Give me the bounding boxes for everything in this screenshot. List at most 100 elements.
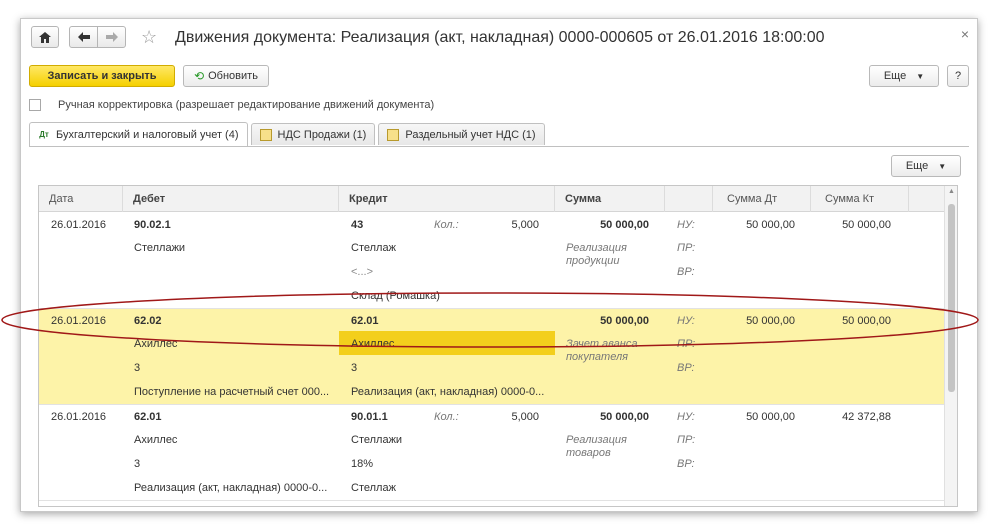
entry-content: Зачет аванса покупателя bbox=[566, 338, 638, 363]
scrollbar-thumb[interactable] bbox=[948, 204, 955, 392]
vr-label: ВР: bbox=[677, 362, 695, 374]
table-row[interactable]: 26.01.2016 90.02.1 Стеллажи 43 Кол.: 5,0… bbox=[39, 213, 945, 309]
manual-edit-row: Ручная корректировка (разрешает редактир… bbox=[29, 97, 434, 113]
help-button[interactable]: ? bbox=[947, 65, 969, 87]
debit-account: 62.02 bbox=[134, 315, 162, 327]
debit-account: 62.01 bbox=[134, 411, 162, 423]
tab-label: НДС Продажи (1) bbox=[277, 128, 367, 141]
home-button[interactable] bbox=[31, 26, 59, 48]
nu-label: НУ: bbox=[677, 219, 695, 231]
table-more-label: Еще bbox=[905, 160, 929, 172]
nu-label: НУ: bbox=[677, 315, 695, 327]
header-blank bbox=[665, 186, 713, 212]
sum-kt-value: 42 372,88 bbox=[842, 411, 891, 423]
sum-kt-value: 50 000,00 bbox=[842, 219, 891, 231]
tab-vat-sales[interactable]: НДС Продажи (1) bbox=[250, 123, 376, 145]
refresh-button[interactable]: ⟲ Обновить bbox=[183, 65, 269, 87]
sum-kt-value: 50 000,00 bbox=[842, 315, 891, 327]
sum-dt-value: 50 000,00 bbox=[746, 219, 795, 231]
table-more-button[interactable]: Еще ▼ bbox=[891, 155, 961, 177]
sum-value: 50 000,00 bbox=[600, 315, 649, 327]
debit-subconto-3: Реализация (акт, накладная) 0000-0... bbox=[134, 482, 328, 494]
caret-down-icon: ▼ bbox=[916, 71, 925, 81]
header-sum[interactable]: Сумма bbox=[555, 186, 665, 212]
favorite-star-icon[interactable]: ☆ bbox=[141, 27, 157, 47]
tab-separate-vat[interactable]: Раздельный учет НДС (1) bbox=[378, 123, 545, 145]
manual-edit-label: Ручная корректировка (разрешает редактир… bbox=[58, 99, 435, 111]
vr-label: ВР: bbox=[677, 458, 695, 470]
credit-subconto-3: Стеллаж bbox=[351, 482, 396, 494]
toolbar: Записать и закрыть ⟲ Обновить Еще ▼ ? bbox=[21, 65, 977, 89]
sum-value: 50 000,00 bbox=[600, 411, 649, 423]
vertical-scrollbar[interactable]: ▲ bbox=[944, 186, 957, 506]
register-icon bbox=[387, 128, 400, 141]
sum-value: 50 000,00 bbox=[600, 219, 649, 231]
manual-edit-checkbox[interactable] bbox=[29, 99, 41, 111]
debit-subconto-1: Ахиллес bbox=[134, 338, 178, 350]
credit-account: 90.01.1 bbox=[351, 411, 388, 423]
debit-account: 90.02.1 bbox=[134, 219, 171, 231]
scroll-up-icon[interactable]: ▲ bbox=[948, 188, 955, 195]
back-button[interactable] bbox=[69, 26, 98, 48]
qty-label: Кол.: bbox=[434, 219, 459, 231]
tab-bar: Дт Бухгалтерский и налоговый учет (4) НД… bbox=[29, 122, 548, 146]
accounting-icon: Дт bbox=[39, 130, 49, 139]
register-icon bbox=[259, 128, 272, 141]
more-label: Еще bbox=[883, 70, 907, 82]
credit-subconto-3: Реализация (акт, накладная) 0000-0... bbox=[351, 386, 545, 398]
table-row[interactable]: 26.01.2016 62.01 Ахиллес 3 Реализация (а… bbox=[39, 405, 945, 501]
table-header: Дата Дебет Кредит Сумма Сумма Дт Сумма К… bbox=[39, 186, 945, 212]
window-title: Движения документа: Реализация (акт, нак… bbox=[175, 29, 825, 46]
credit-account: 43 bbox=[351, 219, 364, 231]
sum-dt-value: 50 000,00 bbox=[746, 411, 795, 423]
tab-accounting[interactable]: Дт Бухгалтерский и налоговый учет (4) bbox=[29, 122, 248, 146]
sum-dt-value: 50 000,00 bbox=[746, 315, 795, 327]
debit-subconto-1: Стеллажи bbox=[134, 242, 186, 254]
arrow-left-icon bbox=[77, 32, 90, 42]
refresh-icon: ⟲ bbox=[194, 69, 205, 83]
refresh-label: Обновить bbox=[208, 70, 258, 82]
debit-subconto-2: 3 bbox=[134, 362, 141, 374]
header-credit[interactable]: Кредит bbox=[339, 186, 555, 212]
vr-label: ВР: bbox=[677, 266, 695, 278]
row-date: 26.01.2016 bbox=[51, 219, 107, 231]
qty-label: Кол.: bbox=[434, 411, 459, 423]
header-sum-kt[interactable]: Сумма Кт bbox=[811, 186, 909, 212]
close-icon[interactable]: × bbox=[961, 26, 969, 42]
credit-subconto-1: Стеллажи bbox=[351, 434, 403, 446]
movements-table: Дата Дебет Кредит Сумма Сумма Дт Сумма К… bbox=[38, 185, 958, 507]
qty-value: 5,000 bbox=[511, 411, 539, 423]
qty-value: 5,000 bbox=[511, 219, 539, 231]
forward-button[interactable] bbox=[97, 26, 126, 48]
pr-label: ПР: bbox=[677, 434, 696, 446]
tab-label: Раздельный учет НДС (1) bbox=[405, 128, 536, 141]
arrow-right-icon bbox=[105, 32, 118, 42]
pr-label: ПР: bbox=[677, 242, 696, 254]
home-icon bbox=[39, 31, 51, 43]
header-date[interactable]: Дата bbox=[39, 186, 123, 212]
entry-content: Реализация продукции bbox=[566, 242, 627, 267]
credit-account: 62.01 bbox=[351, 315, 379, 327]
debit-subconto-1: Ахиллес bbox=[134, 434, 178, 446]
row-date: 26.01.2016 bbox=[51, 411, 107, 423]
header-sum-dt[interactable]: Сумма Дт bbox=[713, 186, 811, 212]
nu-label: НУ: bbox=[677, 411, 695, 423]
tab-label: Бухгалтерский и налоговый учет (4) bbox=[56, 128, 239, 141]
title-bar: ☆ Движения документа: Реализация (акт, н… bbox=[21, 19, 977, 59]
header-debit[interactable]: Дебет bbox=[123, 186, 339, 212]
caret-down-icon: ▼ bbox=[938, 161, 947, 171]
save-and-close-button[interactable]: Записать и закрыть bbox=[29, 65, 175, 87]
more-button[interactable]: Еще ▼ bbox=[869, 65, 939, 87]
credit-subconto-3: Склад (Ромашка) bbox=[351, 290, 440, 302]
entry-content: Реализация товаров bbox=[566, 434, 627, 459]
credit-subconto-1: Стеллаж bbox=[351, 242, 396, 254]
credit-subconto-1: Ахиллес bbox=[351, 338, 395, 350]
debit-subconto-2: 3 bbox=[134, 458, 141, 470]
row-date: 26.01.2016 bbox=[51, 315, 107, 327]
credit-subconto-2: 3 bbox=[351, 362, 358, 374]
table-row-selected[interactable]: 26.01.2016 62.02 Ахиллес 3 Поступление н… bbox=[39, 309, 945, 405]
pr-label: ПР: bbox=[677, 338, 696, 350]
tab-divider bbox=[29, 146, 969, 147]
document-movements-window: ☆ Движения документа: Реализация (акт, н… bbox=[20, 18, 978, 512]
debit-subconto-3: Поступление на расчетный счет 000... bbox=[134, 386, 330, 398]
